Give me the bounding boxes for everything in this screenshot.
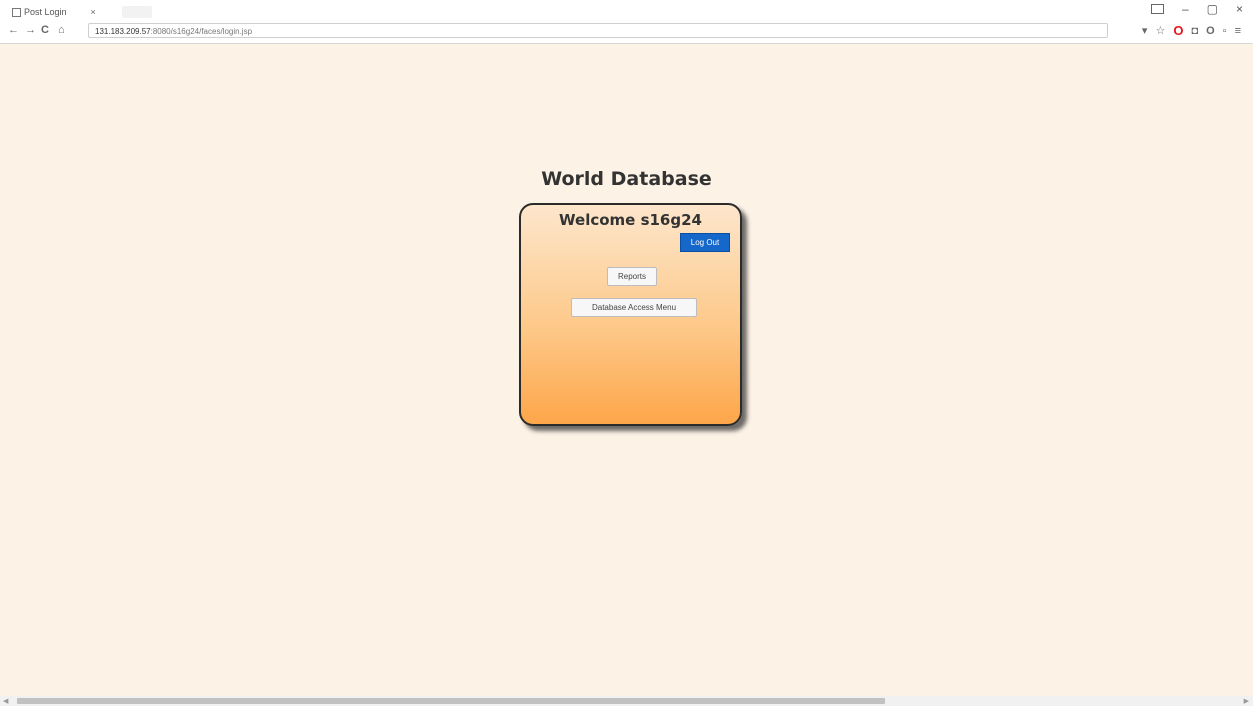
database-access-menu-button[interactable]: Database Access Menu bbox=[571, 298, 697, 317]
star-icon[interactable]: ☆ bbox=[1155, 24, 1165, 37]
url-host: 131.183.209.57 bbox=[95, 27, 151, 36]
scroll-left-icon[interactable]: ◀ bbox=[3, 697, 8, 705]
page-title: World Database bbox=[541, 168, 712, 190]
user-profile-icon[interactable] bbox=[1150, 4, 1164, 14]
reload-icon[interactable]: C bbox=[41, 24, 49, 36]
maximize-icon[interactable]: ▢ bbox=[1207, 2, 1218, 16]
tab-close-icon[interactable]: × bbox=[91, 7, 96, 17]
tab-strip: Post Login × – ▢ × bbox=[0, 0, 1253, 20]
menu-icon[interactable]: ≡ bbox=[1235, 25, 1241, 37]
home-icon[interactable]: ⌂ bbox=[58, 24, 65, 36]
funnel-icon[interactable]: ▾ bbox=[1142, 24, 1148, 37]
tab-title: Post Login bbox=[24, 7, 67, 17]
forward-arrow-icon[interactable]: → bbox=[25, 24, 36, 36]
extension-icon[interactable]: ▫ bbox=[1223, 25, 1227, 37]
logout-button[interactable]: Log Out bbox=[680, 233, 730, 252]
reports-button[interactable]: Reports bbox=[607, 267, 657, 286]
back-arrow-icon[interactable]: ← bbox=[8, 24, 19, 36]
extension-icons: ▾ ☆ O ◘ O ▫ ≡ bbox=[1142, 23, 1241, 38]
opera-icon[interactable]: O bbox=[1173, 23, 1183, 38]
page-viewport: World Database Welcome s16g24 Log Out Re… bbox=[0, 44, 1253, 696]
url-path: :8080/s16g24/faces/login.jsp bbox=[150, 27, 253, 36]
address-bar[interactable]: 131.183.209.57:8080/s16g24/faces/login.j… bbox=[88, 23, 1108, 38]
welcome-message: Welcome s16g24 bbox=[559, 211, 702, 229]
close-window-icon[interactable]: × bbox=[1236, 2, 1243, 16]
new-tab-button[interactable] bbox=[122, 6, 152, 18]
horizontal-scrollbar[interactable]: ◀ ▶ bbox=[0, 696, 1253, 706]
browser-toolbar: ← → C ⌂ 131.183.209.57:8080/s16g24/faces… bbox=[0, 20, 1253, 44]
scroll-right-icon[interactable]: ▶ bbox=[1244, 697, 1249, 705]
browser-window: Post Login × – ▢ × ← → C ⌂ 131.183.209.5… bbox=[0, 0, 1253, 706]
page-favicon-icon bbox=[12, 7, 21, 17]
minimize-icon[interactable]: – bbox=[1182, 2, 1189, 16]
welcome-card: Welcome s16g24 Log Out Reports Database … bbox=[519, 203, 742, 426]
pocket-icon[interactable]: ◘ bbox=[1191, 25, 1198, 37]
circle-icon[interactable]: O bbox=[1206, 25, 1215, 37]
scrollbar-thumb[interactable] bbox=[17, 698, 885, 704]
window-controls: – ▢ × bbox=[1150, 2, 1243, 16]
